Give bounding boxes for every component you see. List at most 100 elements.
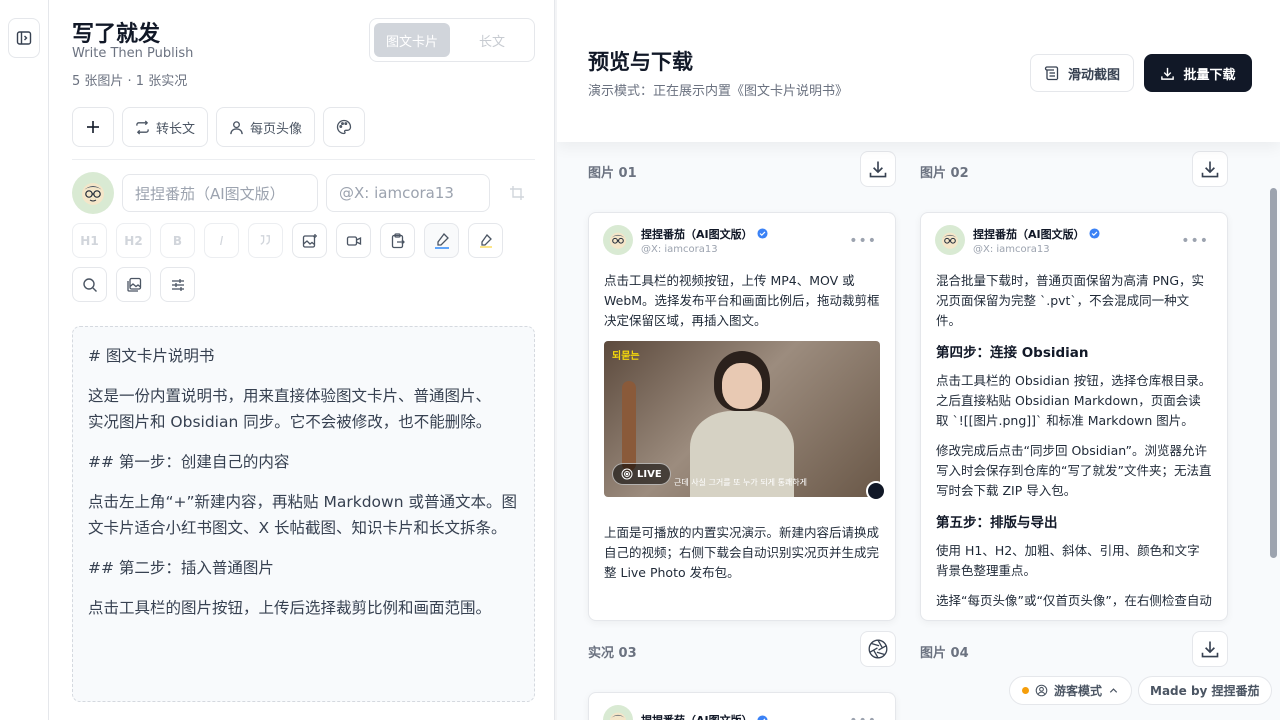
card-author-handle: @X: iamcora13: [641, 243, 718, 255]
preview-card[interactable]: 捏捏番茄（AI图文版） @X: iamcora13 ••• 混合批量下载时，普通…: [920, 212, 1228, 621]
tab-long-article[interactable]: 长文: [454, 23, 530, 57]
editor-line: 这是一份内置说明书，用来直接体验图文卡片、普通图片、: [88, 387, 492, 405]
heading1-button[interactable]: H1: [72, 223, 107, 258]
made-by-badge[interactable]: Made by 捏捏番茄: [1138, 676, 1272, 705]
obsidian-button[interactable]: [380, 223, 415, 258]
left-rail: [0, 0, 49, 720]
tab-image-card[interactable]: 图文卡片: [374, 23, 450, 57]
app-title: 写了就发: [72, 22, 161, 47]
download-page-button[interactable]: [1192, 151, 1228, 187]
brush-icon: [433, 232, 451, 250]
author-row: 捏捏番茄（AI图文版） @X: iamcora13: [72, 172, 536, 214]
plus-icon: [85, 119, 101, 135]
quote-button[interactable]: [248, 223, 283, 258]
card-paragraph: 点击工具栏的 Obsidian 按钮，选择仓库根目录。之后直接粘贴 Obsidi…: [936, 373, 1212, 428]
download-icon: [1160, 66, 1175, 81]
card-author-name: 捏捏番茄（AI图文版）: [973, 227, 1085, 241]
card-author: 捏捏番茄（AI图文版）: [603, 705, 768, 720]
settings-button[interactable]: [160, 267, 195, 302]
markdown-editor[interactable]: # 图文卡片说明书 这是一份内置说明书，用来直接体验图文卡片、普通图片、 实况图…: [72, 326, 535, 702]
video-icon: [346, 233, 362, 249]
card-author-name: 捏捏番茄（AI图文版）: [641, 227, 753, 241]
theme-button[interactable]: [323, 107, 366, 147]
highlight-button[interactable]: [468, 223, 503, 258]
card-paragraph: 混合批量下载时，普通页面保留为高清 PNG，实况页面保留为完整 `.pvt`，不…: [936, 273, 1205, 328]
italic-button[interactable]: I: [204, 223, 239, 258]
author-handle-input[interactable]: @X: iamcora13: [326, 174, 490, 212]
editor-line: ## 第一步：创建自己的内容: [88, 453, 290, 471]
user-circle-icon: [1035, 684, 1048, 697]
batch-download-button[interactable]: 批量下载: [1144, 54, 1252, 92]
more-icon[interactable]: •••: [849, 713, 877, 720]
live-badge[interactable]: LIVE: [612, 463, 671, 485]
image-plus-icon: [302, 233, 318, 249]
bold-button[interactable]: B: [160, 223, 195, 258]
video-logo: 되묻는: [612, 351, 640, 362]
card-heading: 第五步：排版与导出: [936, 515, 1058, 531]
video-scene: [622, 381, 636, 471]
guest-mode-badge[interactable]: 游客模式: [1009, 676, 1133, 705]
download-page-button[interactable]: [1192, 631, 1228, 667]
avatar-mode-button[interactable]: 每页头像: [216, 107, 316, 147]
preview-card-live[interactable]: 捏捏番茄（AI图文版） @X: iamcora13 ••• 点击工具栏的视频按钮…: [588, 212, 896, 621]
video-scene: [722, 363, 762, 409]
highlighter-icon: [477, 232, 495, 250]
repeat-icon: [135, 119, 150, 135]
editor-line-gap: [88, 435, 519, 449]
crop-avatar-button[interactable]: [498, 174, 536, 212]
download-live-button[interactable]: [860, 631, 896, 667]
editor-line: ## 第二步：插入普通图片: [88, 559, 274, 577]
author-name-input[interactable]: 捏捏番茄（AI图文版）: [122, 174, 318, 212]
page-label: 图片 02: [920, 166, 969, 181]
scroll-capture-label: 滑动截图: [1067, 67, 1120, 83]
video-caption: 근데 사실 그거를 또 누가 되게 통쾌하게: [674, 478, 808, 487]
content-count: 5 张图片 · 1 张实况: [72, 74, 188, 89]
card-paragraph: 点击工具栏的视频按钮，上传 MP4、MOV 或 WebM。选择发布平台和画面比例…: [604, 273, 880, 328]
card-heading: 第四步：连接 Obsidian: [936, 345, 1089, 361]
verified-icon: [1089, 228, 1100, 239]
crop-icon: [509, 185, 525, 201]
preview-scrollbar[interactable]: [1270, 188, 1277, 558]
sidebar-toggle-button[interactable]: [8, 18, 40, 58]
card-author-name: 捏捏番茄（AI图文版）: [641, 712, 753, 720]
avatar-mode-label: 每页头像: [250, 121, 303, 137]
page-label: 图片 01: [588, 166, 637, 181]
editor-line-gap: [88, 581, 519, 595]
heading2-button[interactable]: H2: [116, 223, 151, 258]
card-author: 捏捏番茄（AI图文版） @X: iamcora13: [603, 225, 768, 255]
convert-long-article-button[interactable]: 转长文: [122, 107, 209, 147]
preview-subtitle: 演示模式：正在展示内置《图文卡片说明书》: [588, 84, 849, 99]
search-button[interactable]: [72, 267, 107, 302]
card-paragraph: 修改完成后点击“同步回 Obsidian”。浏览器允许写入时会保存到仓库的“写了…: [936, 443, 1212, 498]
text-color-button[interactable]: [424, 223, 459, 258]
preview-panel: 预览与下载 演示模式：正在展示内置《图文卡片说明书》 滑动截图 批量下载 图片 …: [557, 0, 1280, 720]
more-icon[interactable]: •••: [1181, 233, 1209, 249]
live-photo-video[interactable]: 되묻는 LIVE 근데 사실 그거를 또 누가 되게 통쾌하게: [604, 341, 880, 497]
avatar[interactable]: [72, 172, 114, 214]
editor-line: 点击左上角“+”新建内容，再粘贴 Markdown 或普通文本。图: [88, 493, 517, 511]
chevron-up-icon: [1108, 685, 1119, 696]
editor-line: 文卡片适合小红书图文、X 长帖截图、知识卡片和长文拆条。: [88, 519, 507, 537]
mode-switch: 图文卡片 长文: [369, 18, 535, 62]
card-paragraph: 使用 H1、H2、加粗、斜体、引用、颜色和文字背景色整理重点。: [936, 543, 1200, 578]
editor-line-gap: [88, 541, 519, 555]
convert-label: 转长文: [156, 121, 196, 137]
gallery-button[interactable]: [116, 267, 151, 302]
editor-panel: 写了就发 Write Then Publish 5 张图片 · 1 张实况 图文…: [50, 0, 555, 720]
live-icon: [621, 468, 633, 480]
status-dot: [1022, 687, 1029, 694]
preview-card-live[interactable]: 捏捏番茄（AI图文版） •••: [588, 692, 896, 720]
more-icon[interactable]: •••: [849, 233, 877, 249]
video-handle[interactable]: [866, 481, 886, 501]
insert-video-button[interactable]: [336, 223, 371, 258]
images-icon: [126, 277, 142, 293]
scroll-capture-button[interactable]: 滑动截图: [1030, 54, 1134, 92]
card-author: 捏捏番茄（AI图文版） @X: iamcora13: [935, 225, 1100, 255]
preview-title: 预览与下载: [588, 50, 693, 74]
insert-image-button[interactable]: [292, 223, 327, 258]
avatar: [935, 225, 965, 255]
format-toolbar: H1 H2 B I: [72, 223, 535, 302]
card-paragraph: 上面是可播放的内置实况演示。新建内容后请换成自己的视频；右侧下载会自动识别实况页…: [604, 525, 880, 580]
new-content-button[interactable]: [72, 107, 114, 147]
download-page-button[interactable]: [860, 151, 896, 187]
